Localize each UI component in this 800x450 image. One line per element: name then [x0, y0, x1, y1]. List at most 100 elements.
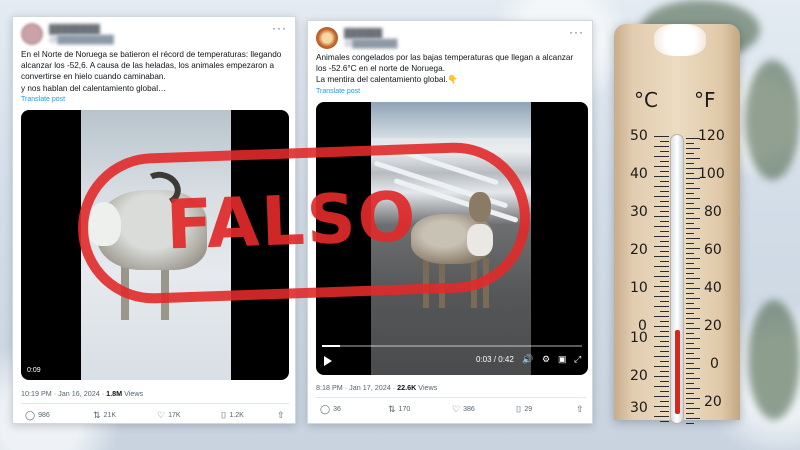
scale-tick [686, 308, 700, 309]
pip-icon[interactable]: ▣ [558, 354, 567, 365]
scale-tick [686, 348, 700, 349]
reply-count: 36 [333, 406, 341, 413]
tweet-actions: ◯ 36 ⇅ 170 ♡ 386 ⌷ 29 ⇧ [316, 404, 586, 418]
scale-tick [660, 361, 669, 362]
video-time: 0:03 / 0:42 [476, 355, 514, 364]
tweet-timestamp[interactable]: 10:19 PM · Jan 16, 2024 · [21, 389, 104, 398]
scale-tick [686, 253, 694, 254]
avatar[interactable] [21, 23, 43, 45]
translate-link[interactable]: Translate post [316, 88, 360, 95]
scale-tick [686, 408, 700, 409]
scale-tick [654, 276, 669, 277]
scale-tick [660, 311, 669, 312]
scale-tick [654, 146, 669, 147]
scale-tick [686, 278, 700, 279]
translate-link[interactable]: Translate post [21, 96, 65, 103]
pine-branch [748, 300, 800, 420]
fahrenheit-tick-label: 60 [704, 242, 722, 258]
tweet-text-line: convertirse en hielo cuando caminaban. [21, 72, 166, 82]
celsius-unit-label: °C [634, 88, 658, 112]
scale-tick [660, 191, 669, 192]
scale-tick [660, 281, 669, 282]
volume-icon[interactable]: 🔊 [522, 354, 533, 365]
scale-tick [686, 363, 694, 364]
share-icon: ⇧ [576, 404, 584, 414]
scale-tick [660, 421, 669, 422]
scale-tick [686, 173, 694, 174]
scale-tick [686, 193, 694, 194]
scale-tick [686, 178, 700, 179]
settings-gear-icon[interactable]: ⚙ [542, 354, 550, 365]
scale-tick [654, 406, 669, 407]
scale-tick [686, 198, 700, 199]
bookmark-icon: ⌷ [221, 410, 227, 420]
scale-tick [660, 301, 669, 302]
scale-tick [686, 268, 700, 269]
scale-tick [686, 423, 694, 424]
scale-tick [654, 306, 669, 307]
scale-tick [686, 143, 694, 144]
fullscreen-icon[interactable]: ⤢ [574, 354, 581, 365]
scale-tick [686, 413, 694, 414]
scale-tick [660, 351, 669, 352]
scale-tick [686, 383, 694, 384]
scale-tick [654, 136, 669, 137]
reply-button[interactable]: ◯ 36 [320, 404, 341, 415]
scale-tick [686, 203, 694, 204]
tweet-text: Animales congelados por las bajas temper… [316, 52, 590, 86]
scale-tick [686, 388, 700, 389]
fahrenheit-tick-label: 20 [704, 394, 722, 410]
bookmark-count: 29 [524, 406, 533, 413]
thermometer: °C °F 50 40 30 20 10 0 10 20 30 120 100 … [614, 24, 740, 424]
celsius-tick-label: 10 [630, 280, 648, 296]
celsius-tick-label: 40 [630, 166, 648, 182]
scale-tick [660, 171, 669, 172]
reply-button[interactable]: ◯ 986 [25, 410, 50, 421]
like-button[interactable]: ♡ 386 [452, 404, 475, 415]
scale-tick [686, 353, 694, 354]
views-label: Views [418, 383, 438, 392]
scale-tick [654, 356, 669, 357]
celsius-tick-label: 50 [630, 128, 648, 144]
scale-tick [654, 376, 669, 377]
scale-tick [686, 298, 700, 299]
divider [316, 397, 586, 398]
scale-tick [660, 271, 669, 272]
mercury-column [675, 330, 680, 414]
more-options-icon[interactable]: ··· [272, 21, 287, 35]
share-button[interactable]: ⇧ [277, 410, 285, 421]
fahrenheit-tick-label: 80 [704, 204, 722, 220]
tweet-text-line: y nos hablan del calentamiento global… [21, 83, 167, 93]
fahrenheit-tick-label: 0 [710, 356, 719, 372]
scale-tick [654, 216, 669, 217]
scale-tick [660, 401, 669, 402]
scale-tick [660, 161, 669, 162]
more-options-icon[interactable]: ··· [569, 25, 584, 39]
share-button[interactable]: ⇧ [576, 404, 584, 415]
scale-tick [660, 181, 669, 182]
scale-tick [660, 381, 669, 382]
repost-button[interactable]: ⇅ 21K [93, 410, 116, 421]
scale-tick [654, 366, 669, 367]
scale-tick [654, 416, 669, 417]
tweet-text-line: Animales congelados por las bajas temper… [316, 53, 574, 62]
scale-tick [660, 211, 669, 212]
tweet-meta: 8:18 PM · Jan 17, 2024 · 22.6K Views [316, 383, 437, 392]
scale-tick [686, 208, 700, 209]
avatar[interactable] [316, 27, 338, 49]
video-progress-bar[interactable] [322, 345, 582, 347]
celsius-tick-label: 20 [630, 242, 648, 258]
play-icon[interactable] [324, 356, 332, 366]
scale-tick [686, 188, 700, 189]
scale-tick [686, 218, 700, 219]
bookmark-button[interactable]: ⌷ 29 [516, 404, 532, 415]
tweet-timestamp[interactable]: 8:18 PM · Jan 17, 2024 · [316, 383, 395, 392]
like-button[interactable]: ♡ 17K [157, 410, 181, 421]
bookmark-button[interactable]: ⌷ 1.2K [221, 410, 244, 421]
repost-icon: ⇅ [93, 410, 101, 420]
scale-tick [686, 158, 700, 159]
scale-tick [660, 261, 669, 262]
scale-tick [654, 206, 669, 207]
tweet-header: ████████ @██████████ [21, 23, 221, 49]
repost-button[interactable]: ⇅ 170 [388, 404, 410, 415]
